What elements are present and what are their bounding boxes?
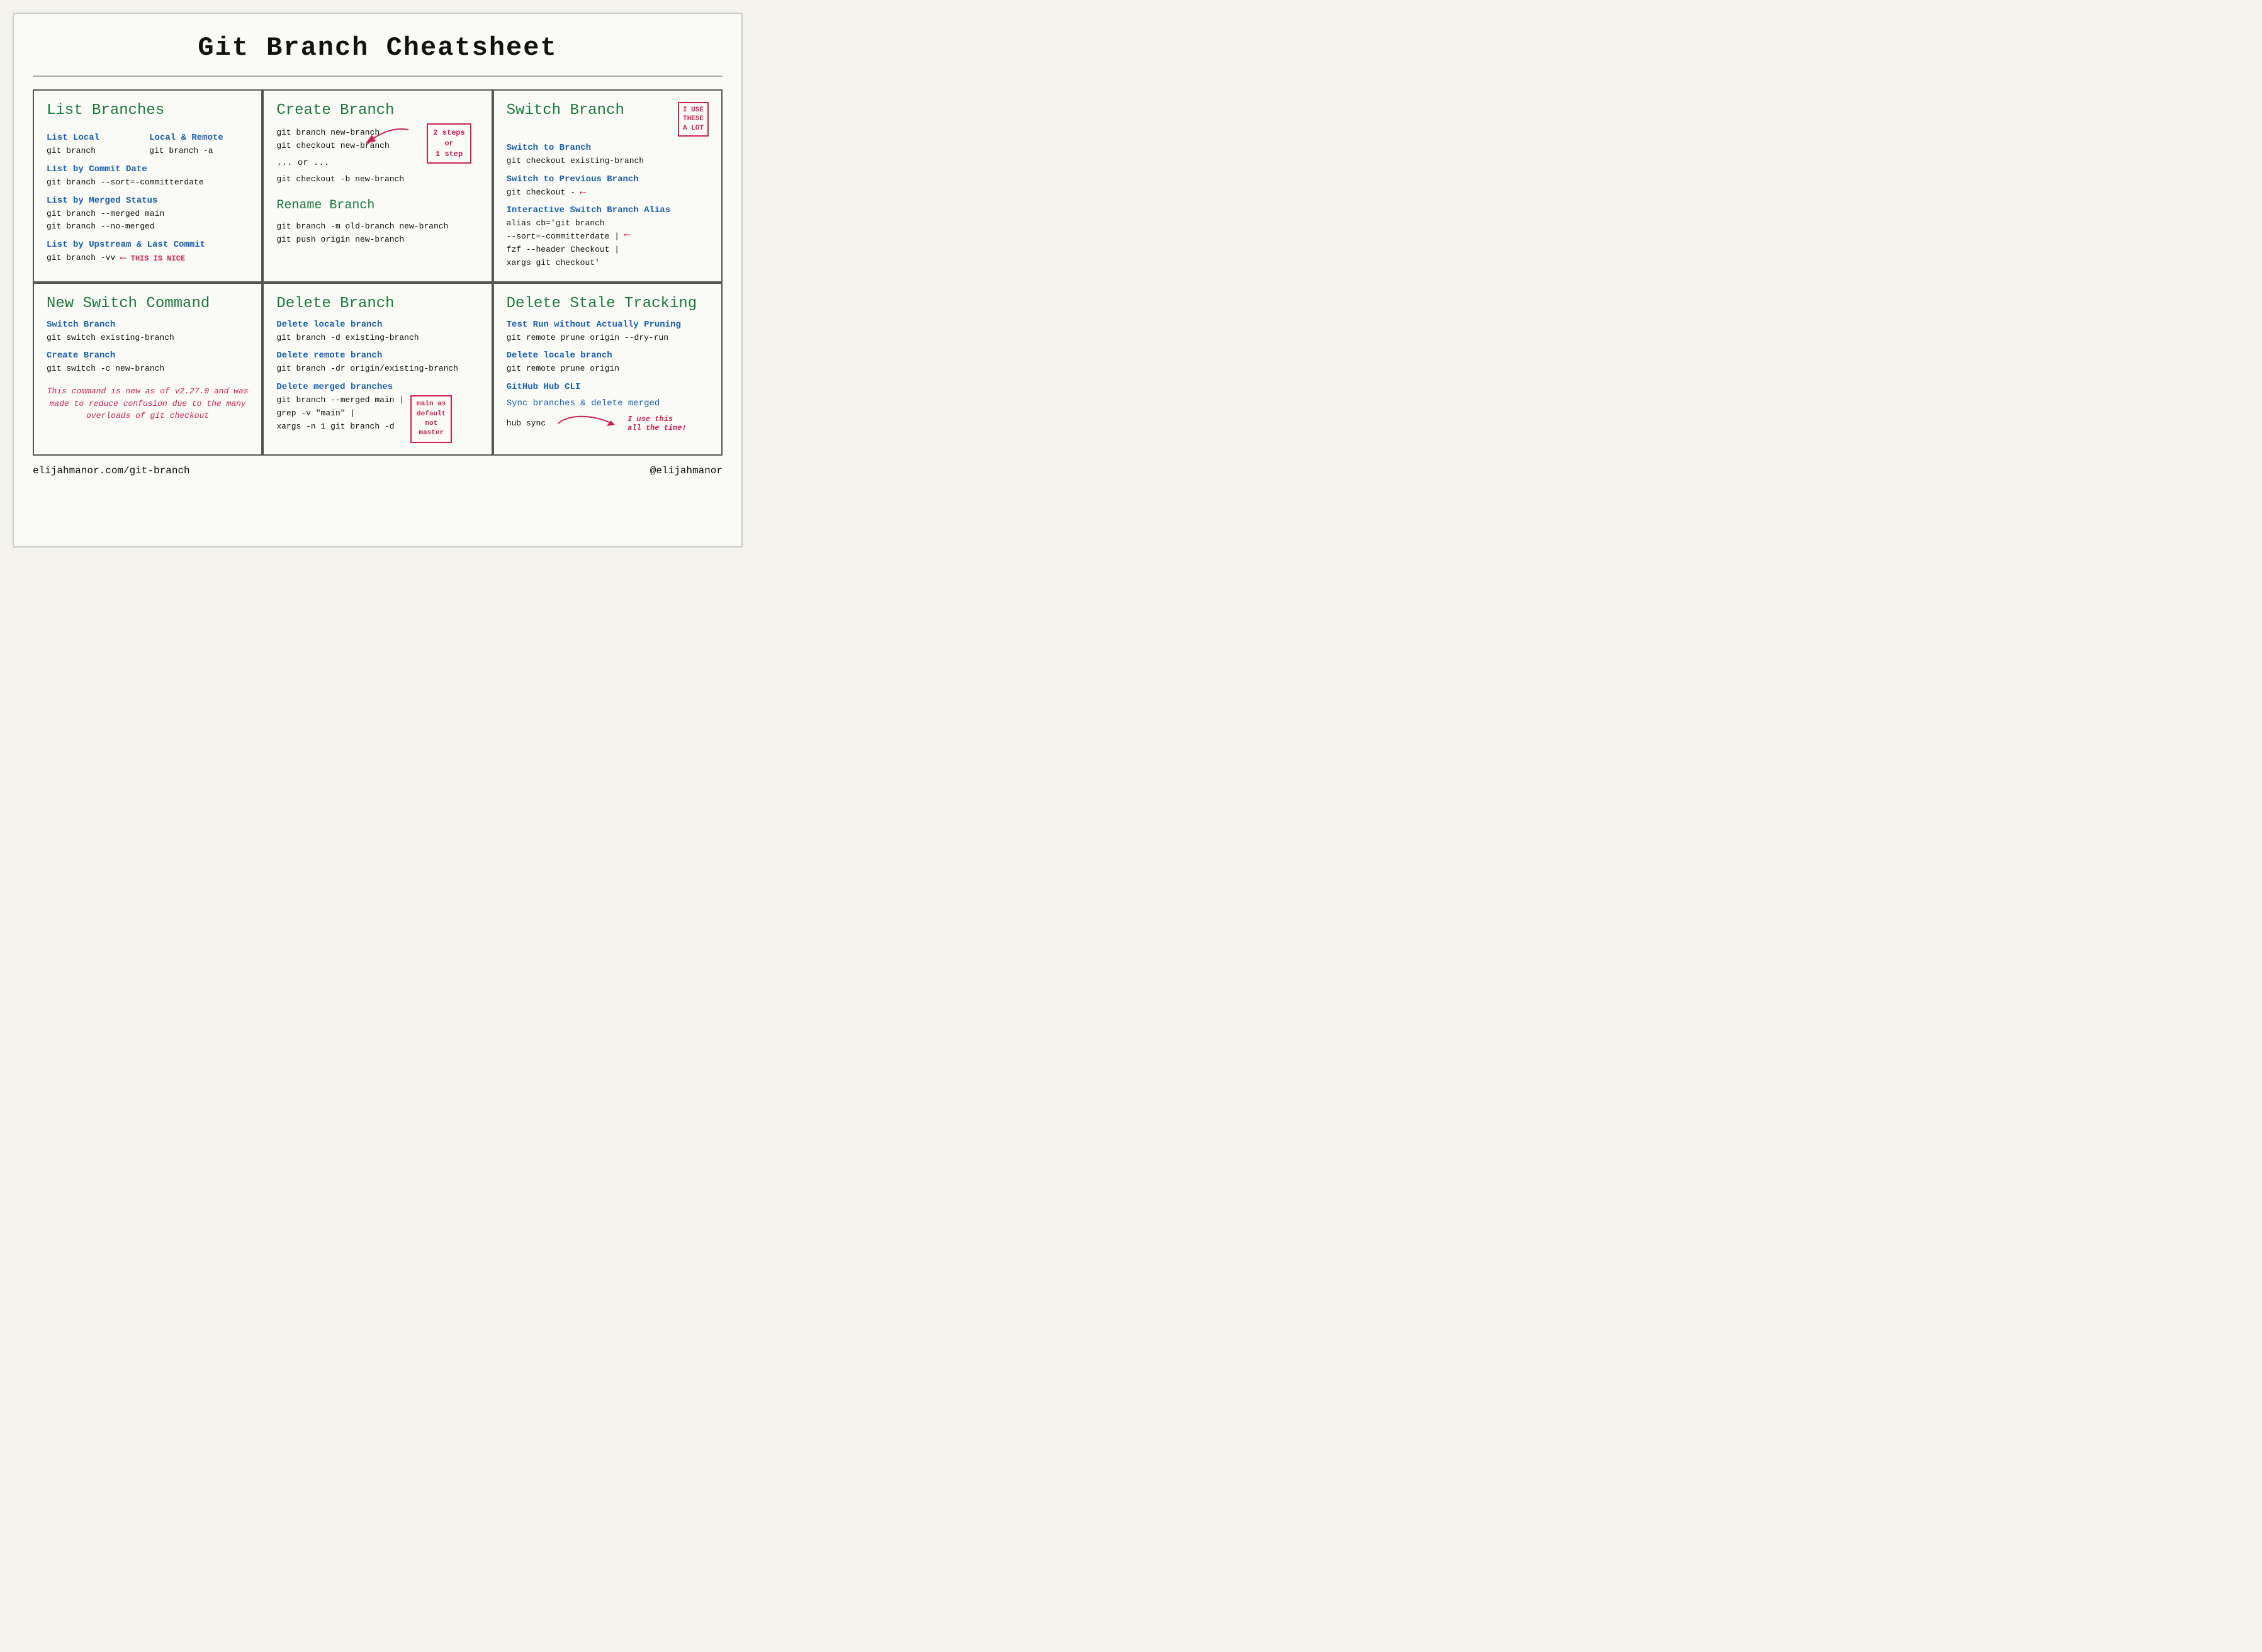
stale-local-cmd: git remote prune origin [507,362,709,376]
switch-to-cmd: git checkout existing-branch [507,155,709,168]
switch-to-label: Switch to Branch [507,143,709,153]
prev-cmd: git checkout - [507,186,575,199]
upstream-cmd: git branch -vv [47,252,115,265]
remote-label: Local & Remote [149,133,249,143]
steps-box: 2 steps or 1 step [427,123,471,164]
del-local-label: Delete locale branch [276,320,478,330]
list-branches-title: List Branches [47,102,249,119]
alias-label: Interactive Switch Branch Alias [507,205,709,215]
sync-label: Sync branches & delete merged [507,398,709,408]
del-remote-label: Delete remote branch [276,351,478,361]
cell-switch-branch: Switch Branch I USE THESE A LOT Switch t… [493,89,723,283]
upstream-note: THIS IS NICE [131,254,185,263]
i-use-badge: I USE THESE A LOT [678,102,709,137]
commit-date-cmd: git branch --sort=-committerdate [47,176,249,189]
del-merged-cmd2: grep -v "main" | [276,407,404,420]
delete-stale-title: Delete Stale Tracking [507,295,709,312]
switch-branch-title: Switch Branch [507,102,624,119]
merged-cmd1: git branch --merged main [47,208,249,221]
create-cmd3: git checkout -b new-branch [276,173,478,186]
stale-local-label: Delete locale branch [507,351,709,361]
main-default-box: main as default not master [410,395,452,443]
cell-delete-branch: Delete Branch Delete locale branch git b… [262,283,492,456]
sync-note: I use this all the time! [627,415,687,432]
local-label: List Local [47,133,146,143]
alias-arrow-icon: ⟵ [624,230,629,240]
merged-cmd2: git branch --no-merged [47,220,249,233]
upstream-label: List by Upstream & Last Commit [47,240,249,250]
del-merged-cmd3: xargs -n 1 git branch -d [276,420,404,434]
remote-cmd: git branch -a [149,145,249,158]
alias-cmd1: alias cb='git branch [507,217,619,230]
new-create-label: Create Branch [47,351,249,361]
alias-cmd3: fzf --header Checkout | [507,244,619,257]
local-cmd: git branch [47,145,146,158]
alias-cmd2: --sort=-committerdate | [507,230,619,244]
new-switch-note: This command is new as of v2.27.0 and wa… [47,385,249,422]
rename-cmd2: git push origin new-branch [276,233,478,247]
steps-arrow [364,120,415,152]
sync-cmd: hub sync [507,417,546,430]
dryrun-label: Test Run without Actually Pruning [507,320,709,330]
commit-date-label: List by Commit Date [47,164,249,174]
del-remote-cmd: git branch -dr origin/existing-branch [276,362,478,376]
alias-cmd4: xargs git checkout' [507,257,619,270]
new-switch-label: Switch Branch [47,320,249,330]
cell-new-switch: New Switch Command Switch Branch git swi… [33,283,262,456]
merged-label: List by Merged Status [47,196,249,206]
create-branch-title: Create Branch [276,102,478,119]
del-merged-label: Delete merged branches [276,382,478,392]
cell-delete-stale: Delete Stale Tracking Test Run without A… [493,283,723,456]
main-grid: List Branches List Local git branch Loca… [33,89,723,456]
sync-arrow [555,411,618,436]
del-merged-cmd1: git branch --merged main | [276,394,404,407]
prev-branch-label: Switch to Previous Branch [507,174,709,184]
delete-branch-title: Delete Branch [276,295,478,312]
rename-branch-title: Rename Branch [276,198,478,213]
new-switch-title: New Switch Command [47,295,249,312]
cell-create-branch: Create Branch git branch new-branch git … [262,89,492,283]
new-create-cmd: git switch -c new-branch [47,362,249,376]
footer-left: elijahmanor.com/git-branch [33,465,190,476]
footer-right: @elijahmanor [650,465,723,476]
arrow-icon: ⟵ [120,253,125,264]
cell-list-branches: List Branches List Local git branch Loca… [33,89,262,283]
del-local-cmd: git branch -d existing-branch [276,332,478,345]
new-switch-cmd: git switch existing-branch [47,332,249,345]
prev-arrow-icon: ⟵ [580,188,585,198]
rename-cmd1: git branch -m old-branch new-branch [276,220,478,233]
github-label: GitHub Hub CLI [507,382,709,392]
page-title: Git Branch Cheatsheet [33,26,723,77]
footer: elijahmanor.com/git-branch @elijahmanor [33,465,723,476]
dryrun-cmd: git remote prune origin --dry-run [507,332,709,345]
page: Git Branch Cheatsheet List Branches List… [13,13,743,548]
